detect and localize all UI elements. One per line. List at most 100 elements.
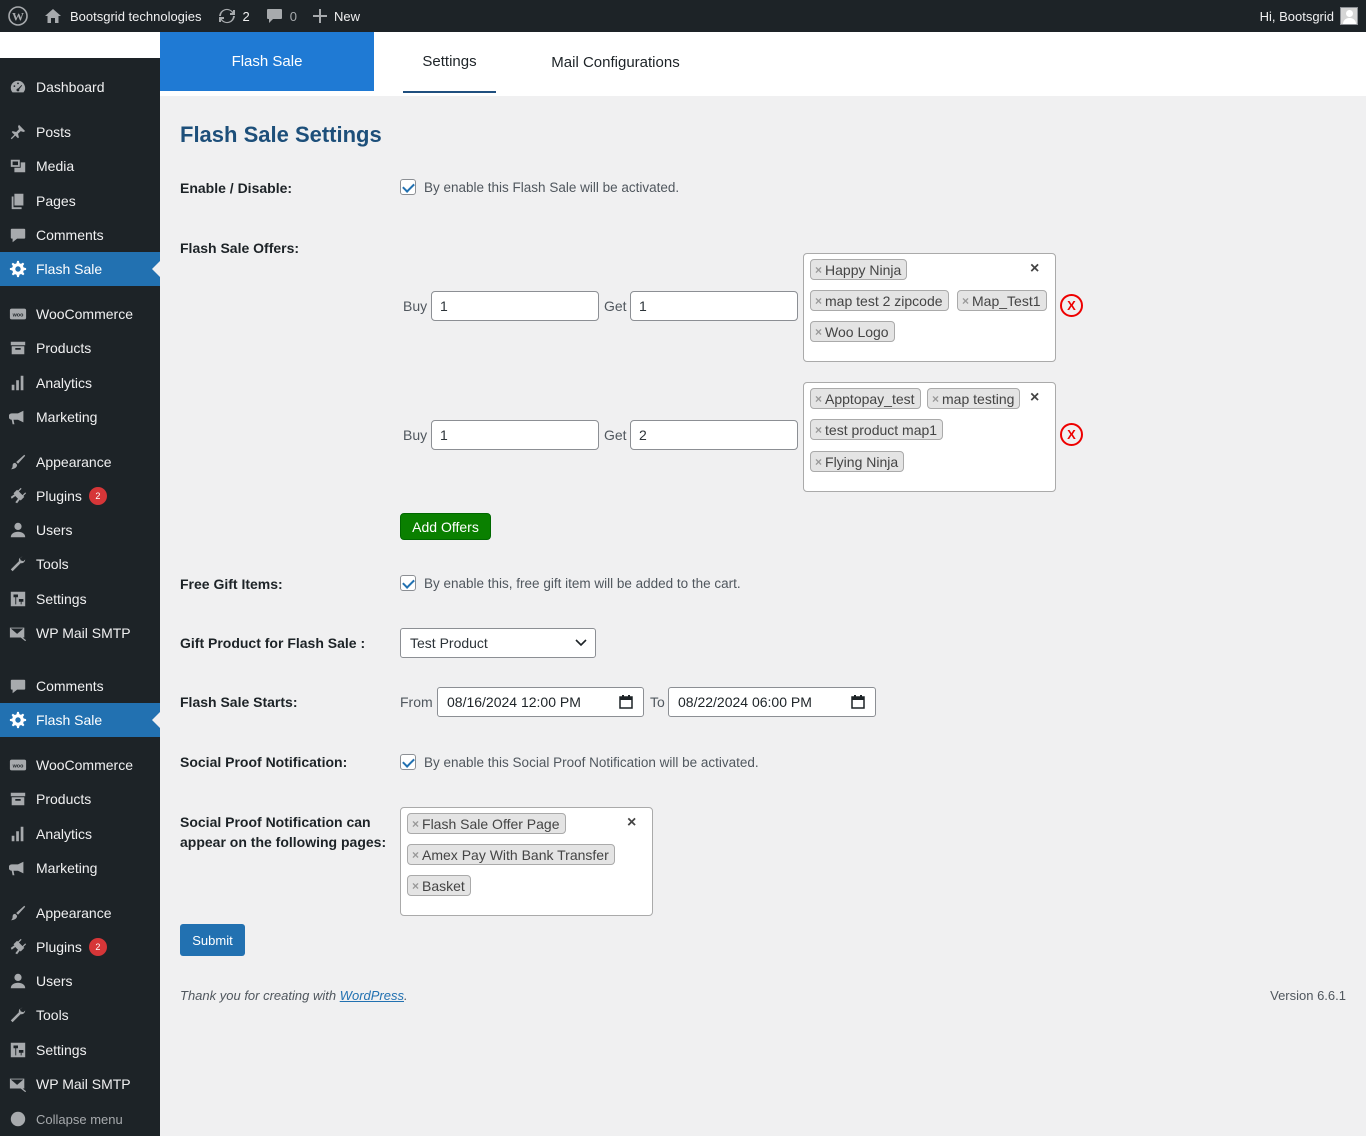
account-menu[interactable]: Hi, Bootsgrid	[1252, 0, 1366, 32]
updates-link[interactable]: 2	[210, 0, 258, 32]
social-proof-row: By enable this Social Proof Notification…	[400, 754, 759, 770]
sidebar-item-analytics-repeat[interactable]: Analytics	[0, 817, 160, 851]
enable-label: Enable / Disable:	[180, 180, 293, 196]
sidebar-item-label: Posts	[36, 124, 72, 140]
add-offers-button[interactable]: Add Offers	[400, 513, 491, 540]
refresh-icon	[218, 8, 235, 24]
product-tag-label: Flying Ninja	[825, 453, 899, 470]
get-label: Get	[604, 427, 627, 443]
sidebar-item-appearance-repeat[interactable]: Appearance	[0, 896, 160, 930]
offer-1-get-input[interactable]: 1	[630, 291, 798, 321]
sidebar-item-flash-sale-repeat[interactable]: Flash Sale	[0, 703, 160, 737]
sidebar-item-label: Settings	[36, 1042, 87, 1058]
tag-remove-icon[interactable]: ×	[412, 848, 419, 862]
clear-all-icon[interactable]: ×	[627, 814, 636, 832]
sidebar-item-plugins-repeat[interactable]: Plugins 2	[0, 930, 160, 964]
tag-remove-icon[interactable]: ×	[412, 817, 419, 831]
end-datetime-input[interactable]: 08/22/2024 06:00 PM	[668, 687, 876, 717]
archive-icon	[0, 790, 36, 808]
new-content-link[interactable]: New	[305, 0, 368, 32]
social-proof-description: By enable this Social Proof Notification…	[424, 754, 759, 770]
offer-2-get-input[interactable]: 2	[630, 420, 798, 450]
start-datetime-input[interactable]: 08/16/2024 12:00 PM	[437, 687, 644, 717]
page-tag: × Basket	[407, 875, 471, 896]
tag-remove-icon[interactable]: ×	[815, 294, 822, 308]
free-gift-checkbox[interactable]	[400, 575, 416, 591]
sidebar-item-media[interactable]: Media	[0, 149, 160, 183]
sidebar-item-pages[interactable]: Pages	[0, 184, 160, 218]
admin-sidebar: Dashboard Posts Media Pages Comments Fla…	[0, 32, 160, 1136]
tag-remove-icon[interactable]: ×	[815, 455, 822, 469]
clear-all-icon[interactable]: ×	[1030, 260, 1039, 278]
sidebar-item-label: WP Mail SMTP	[36, 625, 131, 641]
wordpress-logo-icon[interactable]: W	[0, 0, 36, 32]
svg-text:woo: woo	[12, 764, 24, 770]
sidebar-item-label: Flash Sale	[36, 261, 103, 277]
sidebar-item-posts[interactable]: Posts	[0, 115, 160, 149]
sidebar-item-woocommerce-repeat[interactable]: woo WooCommerce	[0, 748, 160, 782]
sidebar-item-wp-mail-smtp[interactable]: WP Mail SMTP	[0, 616, 160, 650]
tag-remove-icon[interactable]: ×	[815, 325, 822, 339]
sidebar-item-label: WooCommerce	[36, 757, 133, 773]
social-proof-checkbox[interactable]	[400, 754, 416, 770]
tag-remove-icon[interactable]: ×	[815, 392, 822, 406]
sidebar-item-woocommerce[interactable]: woo WooCommerce	[0, 297, 160, 331]
starts-label: Flash Sale Starts:	[180, 694, 298, 710]
pin-icon	[0, 123, 36, 141]
submit-button[interactable]: Submit	[180, 924, 245, 956]
sidebar-item-marketing-repeat[interactable]: Marketing	[0, 851, 160, 885]
tab-settings[interactable]: Settings	[403, 32, 496, 93]
sidebar-item-label: Plugins	[36, 939, 82, 955]
updates-count: 2	[242, 8, 250, 24]
gear-icon	[0, 711, 36, 729]
wordpress-link[interactable]: WordPress	[340, 988, 404, 1003]
site-name-link[interactable]: Bootsgrid technologies	[36, 0, 210, 32]
sidebar-item-appearance[interactable]: Appearance	[0, 445, 160, 479]
sidebar-item-label: Marketing	[36, 409, 98, 425]
sidebar-item-products-repeat[interactable]: Products	[0, 782, 160, 816]
sidebar-item-flash-sale[interactable]: Flash Sale	[0, 252, 160, 286]
enable-checkbox[interactable]	[400, 179, 416, 195]
offer-2-remove-icon[interactable]: X	[1060, 423, 1083, 446]
tag-remove-icon[interactable]: ×	[932, 392, 939, 406]
sidebar-item-label: Marketing	[36, 860, 98, 876]
collapse-menu-button[interactable]: Collapse menu	[0, 1102, 160, 1136]
sidebar-item-label: Users	[36, 522, 73, 538]
gift-product-select[interactable]: Test Product	[400, 628, 596, 658]
comments-link[interactable]: 0	[258, 0, 305, 32]
sidebar-item-analytics[interactable]: Analytics	[0, 366, 160, 400]
tag-remove-icon[interactable]: ×	[815, 423, 822, 437]
sidebar-item-users-repeat[interactable]: Users	[0, 964, 160, 998]
offer-2-buy-input[interactable]: 1	[431, 420, 599, 450]
product-tag-label: map testing	[942, 390, 1015, 407]
offer-1-products-select[interactable]: × Happy Ninja × × map test 2 zipcode × Map_…	[803, 253, 1056, 362]
sidebar-item-label: WooCommerce	[36, 306, 133, 322]
sidebar-item-dashboard[interactable]: Dashboard	[0, 70, 160, 104]
sidebar-item-plugins[interactable]: Plugins 2	[0, 479, 160, 513]
clear-all-icon[interactable]: ×	[1030, 389, 1039, 407]
sidebar-item-label: Tools	[36, 1007, 69, 1023]
offer-2-products-select[interactable]: × Apptopay_test × map testing × × test prod…	[803, 382, 1056, 492]
tab-flash-sale[interactable]: Flash Sale	[160, 32, 374, 91]
sidebar-item-comments[interactable]: Comments	[0, 218, 160, 252]
offer-1-buy-input[interactable]: 1	[431, 291, 599, 321]
free-gift-label: Free Gift Items:	[180, 576, 283, 592]
sidebar-item-tools-repeat[interactable]: Tools	[0, 998, 160, 1032]
sidebar-item-comments-repeat[interactable]: Comments	[0, 669, 160, 703]
product-tag: × Happy Ninja	[810, 259, 908, 280]
tag-remove-icon[interactable]: ×	[962, 294, 969, 308]
offer-1-remove-icon[interactable]: X	[1060, 294, 1083, 317]
sidebar-item-products[interactable]: Products	[0, 331, 160, 365]
sidebar-item-settings-repeat[interactable]: Settings	[0, 1033, 160, 1067]
tab-mail-configurations[interactable]: Mail Configurations	[538, 32, 693, 93]
comment-icon	[0, 226, 36, 244]
product-tag: × Map_Test1	[957, 290, 1047, 311]
tag-remove-icon[interactable]: ×	[815, 263, 822, 277]
social-pages-select[interactable]: × Flash Sale Offer Page × × Amex Pay With …	[400, 807, 653, 916]
tag-remove-icon[interactable]: ×	[412, 879, 419, 893]
sidebar-item-users[interactable]: Users	[0, 513, 160, 547]
sidebar-item-settings[interactable]: Settings	[0, 582, 160, 616]
sidebar-item-tools[interactable]: Tools	[0, 547, 160, 581]
sidebar-item-marketing[interactable]: Marketing	[0, 400, 160, 434]
sidebar-item-wp-mail-smtp-repeat[interactable]: WP Mail SMTP	[0, 1067, 160, 1101]
